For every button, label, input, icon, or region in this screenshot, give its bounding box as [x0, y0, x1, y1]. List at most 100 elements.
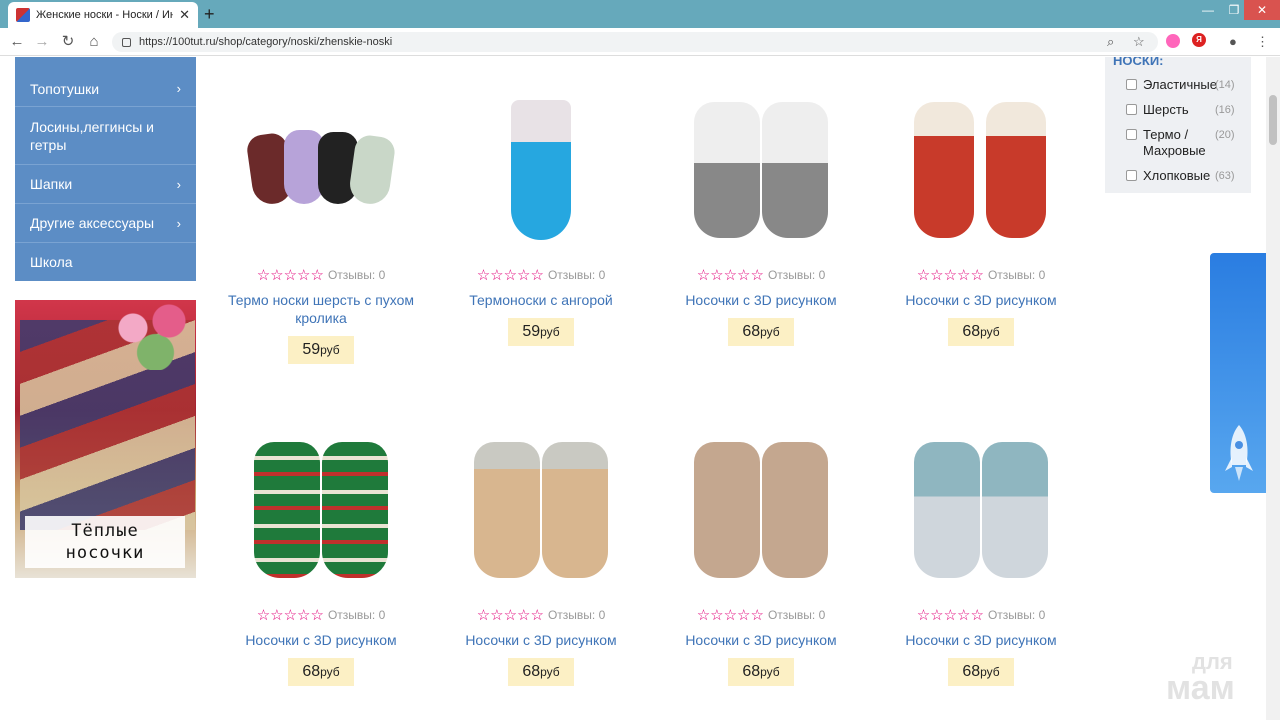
chevron-right-icon: › [176, 176, 181, 192]
product-card: ☆☆☆☆☆ Отзывы: 0 Термо носки шерсть с пухо… [221, 94, 421, 364]
price-currency: руб [760, 665, 780, 679]
filter-checkbox[interactable] [1126, 104, 1137, 115]
new-tab-button[interactable]: + [204, 4, 215, 25]
reviews-count: Отзывы: 0 [987, 268, 1046, 282]
promo-banner[interactable]: Тёплые носочки [15, 300, 196, 578]
product-name-link[interactable]: Термо носки шерсть с пухом кролика [221, 291, 421, 327]
product-image[interactable] [906, 434, 1056, 582]
price-currency: руб [980, 665, 1000, 679]
price-value: 68 [742, 323, 761, 340]
rating-stars: ☆☆☆☆☆ [256, 607, 324, 624]
product-image[interactable] [686, 434, 836, 582]
sidebar-item-topotushki[interactable]: Топотушки › [15, 57, 196, 107]
product-image[interactable] [686, 94, 836, 242]
sidebar-item-label: Школа [30, 254, 73, 270]
filter-label: Термо / Махровые [1143, 127, 1206, 158]
product-name-link[interactable]: Носочки с 3D рисунком [881, 291, 1081, 309]
reviews-count: Отзывы: 0 [767, 268, 826, 282]
bookmark-star-icon[interactable]: ☆ [1133, 34, 1145, 50]
price-badge[interactable]: 59руб [288, 336, 354, 364]
price-value: 59 [522, 323, 541, 340]
rating-stars: ☆☆☆☆☆ [476, 267, 544, 284]
price-currency: руб [320, 343, 340, 357]
price-value: 59 [302, 341, 321, 358]
forward-arrow-icon[interactable]: → [32, 32, 52, 52]
profile-icon[interactable]: ● [1229, 34, 1237, 49]
filter-count: (16) [1215, 104, 1235, 116]
window-close-button[interactable]: ✕ [1244, 0, 1280, 20]
price-value: 68 [302, 663, 321, 680]
chevron-right-icon: › [176, 215, 181, 231]
category-menu: Топотушки › Лосины,леггинсы и гетры Шапк… [15, 57, 196, 281]
price-badge[interactable]: 59руб [508, 318, 574, 346]
close-tab-icon[interactable]: ✕ [179, 7, 190, 23]
flowers-image [106, 300, 196, 370]
product-image[interactable] [906, 94, 1056, 242]
product-card: ☆☆☆☆☆ Отзывы: 0 Носочки с 3D рисунком 68р… [661, 94, 861, 346]
price-badge[interactable]: 68руб [728, 658, 794, 686]
price-value: 68 [962, 323, 981, 340]
filter-option[interactable]: Шерсть (16) [1113, 102, 1243, 118]
price-badge[interactable]: 68руб [948, 318, 1014, 346]
rocket-icon [1225, 425, 1253, 481]
product-name-link[interactable]: Термоноски с ангорой [441, 291, 641, 309]
product-name-link[interactable]: Носочки с 3D рисунком [881, 631, 1081, 649]
price-badge[interactable]: 68руб [508, 658, 574, 686]
filter-checkbox[interactable] [1126, 129, 1137, 140]
product-image[interactable] [245, 94, 397, 242]
address-bar: ← → ↻ ⌂ https://100tut.ru/shop/category/… [0, 28, 1280, 56]
extension-icon[interactable] [1166, 34, 1180, 48]
tab-active[interactable]: Женские носки - Носки / Интер ✕ [8, 2, 198, 28]
product-card: ☆☆☆☆☆ Отзывы: 0 Термоноски с ангорой 59ру… [441, 94, 641, 346]
scrollbar-thumb[interactable] [1269, 95, 1277, 145]
product-image[interactable] [466, 94, 616, 242]
price-currency: руб [320, 665, 340, 679]
product-image[interactable] [466, 434, 616, 582]
filter-option[interactable]: Эластичные (14) [1113, 77, 1243, 93]
reviews-count: Отзывы: 0 [767, 608, 826, 622]
sidebar-item-label: Лосины,леггинсы и гетры [30, 118, 154, 153]
product-name-link[interactable]: Носочки с 3D рисунком [221, 631, 421, 649]
menu-icon[interactable]: ⋮ [1256, 34, 1269, 50]
sidebar-item-losiny[interactable]: Лосины,леггинсы и гетры [15, 107, 196, 165]
site-favicon-icon [16, 8, 30, 22]
reviews-count: Отзывы: 0 [327, 268, 386, 282]
filter-checkbox[interactable] [1126, 170, 1137, 181]
lock-icon [122, 37, 131, 47]
home-icon[interactable]: ⌂ [84, 32, 104, 52]
price-badge[interactable]: 68руб [948, 658, 1014, 686]
product-name-link[interactable]: Носочки с 3D рисунком [661, 291, 861, 309]
rating-stars: ☆☆☆☆☆ [916, 607, 984, 624]
back-arrow-icon[interactable]: ← [7, 32, 27, 52]
watermark: для мам [1166, 651, 1235, 706]
product-name-link[interactable]: Носочки с 3D рисунком [661, 631, 861, 649]
sidebar-item-shkola[interactable]: Школа [15, 243, 196, 281]
filter-option[interactable]: Хлопковые (63) [1113, 168, 1243, 184]
url-field[interactable]: https://100tut.ru/shop/category/noski/zh… [112, 32, 1158, 52]
banner-caption: Тёплые носочки [25, 516, 185, 568]
product-card: ☆☆☆☆☆ Отзывы: 0 Носочки с 3D рисунком 68р… [441, 434, 641, 686]
product-name-link[interactable]: Носочки с 3D рисунком [441, 631, 641, 649]
filter-title: НОСКИ: [1113, 57, 1164, 68]
rating-stars: ☆☆☆☆☆ [696, 607, 764, 624]
filter-checkbox[interactable] [1126, 79, 1137, 90]
filter-count: (14) [1215, 79, 1235, 91]
price-badge[interactable]: 68руб [728, 318, 794, 346]
yandex-icon[interactable]: Я [1192, 33, 1206, 47]
minimize-button[interactable]: — [1195, 0, 1221, 20]
price-badge[interactable]: 68руб [288, 658, 354, 686]
sidebar-item-aksessuary[interactable]: Другие аксессуары › [15, 204, 196, 243]
product-image[interactable] [246, 434, 396, 582]
sidebar-item-shapki[interactable]: Шапки › [15, 165, 196, 204]
reviews-count: Отзывы: 0 [547, 608, 606, 622]
scroll-to-top-button[interactable] [1210, 253, 1266, 493]
filter-option[interactable]: Термо / Махровые (20) [1113, 127, 1243, 159]
banner-line-1: Тёплые [71, 521, 139, 541]
zoom-icon[interactable]: ⌕ [1107, 34, 1114, 50]
rating-stars: ☆☆☆☆☆ [256, 267, 324, 284]
reload-icon[interactable]: ↻ [58, 32, 78, 52]
price-value: 68 [742, 663, 761, 680]
rating-stars: ☆☆☆☆☆ [696, 267, 764, 284]
banner-line-2: носочки [65, 543, 145, 563]
scrollbar[interactable] [1266, 57, 1280, 720]
